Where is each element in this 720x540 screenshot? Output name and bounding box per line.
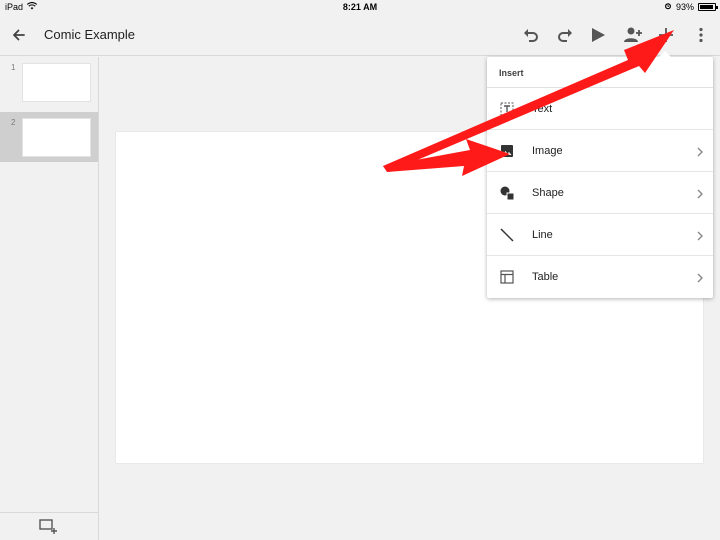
battery-icon xyxy=(698,3,718,11)
slide-thumbnail-1[interactable]: 1 xyxy=(0,57,98,107)
image-icon xyxy=(499,143,515,159)
menu-item-label: Text xyxy=(532,102,553,115)
status-time: 8:21 AM xyxy=(342,2,378,12)
insert-plus-icon[interactable] xyxy=(655,24,677,46)
text-box-icon xyxy=(499,101,515,117)
slide-number: 1 xyxy=(11,63,16,72)
status-bar: iPad 8:21 AM 93% xyxy=(0,0,720,14)
menu-item-text[interactable]: Text xyxy=(487,88,713,130)
slide-number: 2 xyxy=(11,118,16,127)
status-right: 93% xyxy=(664,2,718,12)
share-person-add-icon[interactable] xyxy=(622,24,644,46)
menu-item-label: Image xyxy=(532,144,563,157)
menu-item-image[interactable]: Image xyxy=(487,130,713,172)
line-icon xyxy=(499,227,515,243)
shape-icon xyxy=(499,185,515,201)
table-icon xyxy=(499,269,515,285)
chevron-right-icon xyxy=(695,229,705,241)
redo-icon[interactable] xyxy=(554,24,576,46)
present-play-icon[interactable] xyxy=(587,24,609,46)
app-bar: Comic Example xyxy=(0,14,720,56)
menu-item-table[interactable]: Table xyxy=(487,256,713,298)
menu-item-line[interactable]: Line xyxy=(487,214,713,256)
slide-panel: 1 2 xyxy=(0,57,99,540)
chevron-right-icon xyxy=(695,187,705,199)
more-vert-icon[interactable] xyxy=(690,24,712,46)
alarm-icon xyxy=(664,2,672,12)
menu-item-shape[interactable]: Shape xyxy=(487,172,713,214)
chevron-right-icon xyxy=(695,145,705,157)
menu-item-label: Table xyxy=(532,271,559,283)
slide-panel-footer xyxy=(0,512,98,540)
chevron-right-icon xyxy=(695,271,705,283)
slide-thumbnail-2[interactable]: 2 xyxy=(0,112,98,162)
battery-percent: 93% xyxy=(675,2,694,12)
presentation-title[interactable]: Comic Example xyxy=(44,27,135,42)
undo-icon[interactable] xyxy=(520,24,542,46)
insert-menu: Insert Text Image Shape Line Table xyxy=(487,51,713,298)
slide-preview[interactable] xyxy=(22,118,91,157)
add-slide-icon[interactable] xyxy=(39,519,59,535)
back-arrow-icon[interactable] xyxy=(8,24,30,46)
menu-item-label: Line xyxy=(532,228,553,241)
slide-preview[interactable] xyxy=(22,63,91,102)
insert-menu-header: Insert xyxy=(487,57,713,88)
menu-item-label: Shape xyxy=(532,186,564,199)
